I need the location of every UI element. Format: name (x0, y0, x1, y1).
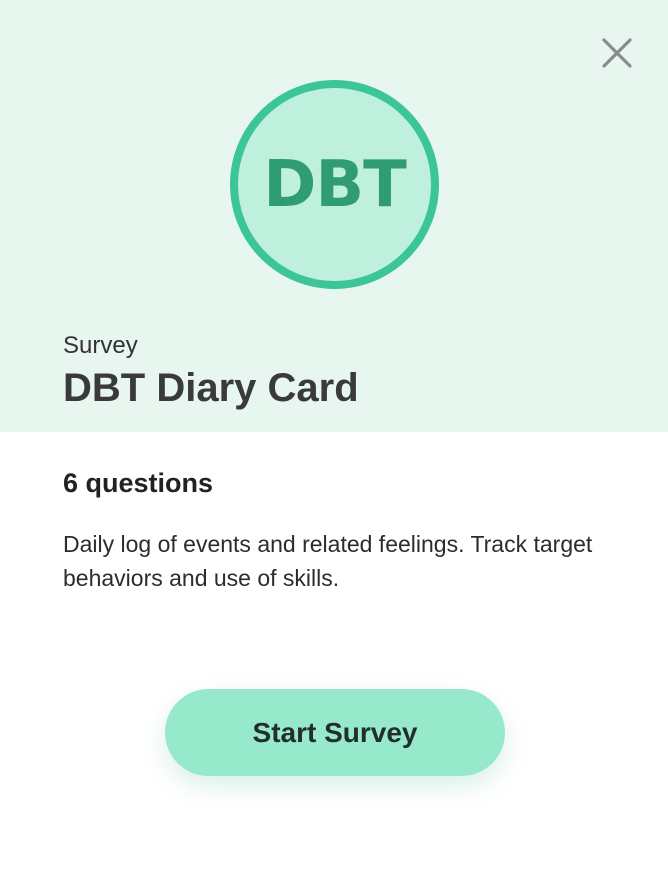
question-count: 6 questions (63, 468, 214, 498)
survey-type-label: Survey (63, 332, 138, 359)
start-survey-button[interactable]: Start Survey (165, 689, 505, 776)
close-button[interactable] (596, 32, 638, 74)
start-survey-label: Start Survey (252, 716, 418, 748)
close-icon (602, 38, 632, 68)
survey-title: DBT Diary Card (63, 366, 359, 410)
survey-badge: DBT (230, 80, 439, 289)
badge-text: DBT (263, 147, 407, 222)
survey-description: Daily log of events and related feelings… (63, 531, 593, 591)
survey-header: DBT Survey DBT Diary Card (0, 0, 668, 432)
survey-modal: DBT Survey DBT Diary Card 6 questions Da… (0, 0, 668, 870)
